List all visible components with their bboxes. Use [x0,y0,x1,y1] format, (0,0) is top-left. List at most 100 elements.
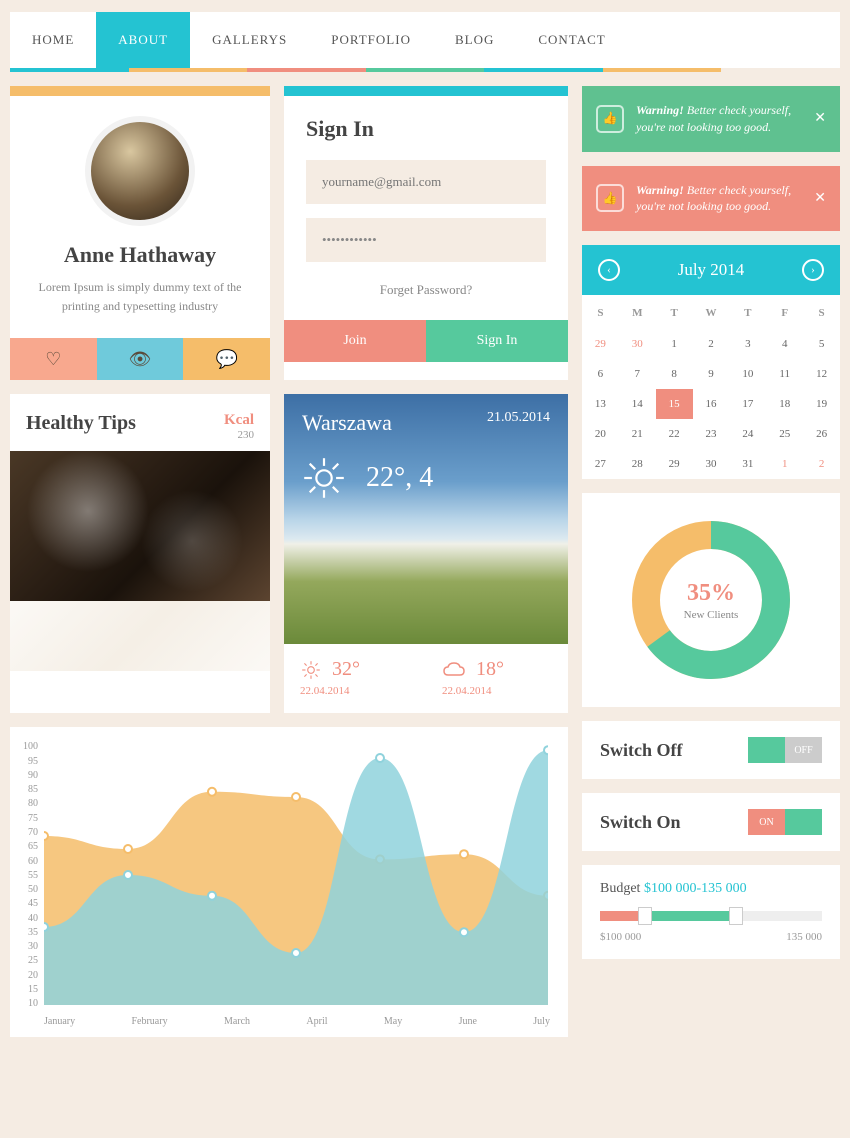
calendar-day[interactable]: 7 [619,359,656,389]
forgot-password-link[interactable]: Forget Password? [306,276,546,300]
calendar-day[interactable]: 8 [656,359,693,389]
avatar [85,116,195,226]
calendar-card: ‹ July 2014 › SMTWTFS2930123456789101112… [582,245,840,479]
calendar-day[interactable]: 14 [619,389,656,419]
calendar-day[interactable]: 4 [766,329,803,359]
calendar-day[interactable]: 28 [619,449,656,479]
budget-min: $100 000 [600,931,641,943]
nav-about[interactable]: ABOUT [96,12,190,68]
switch-label: Switch On [600,812,681,833]
calendar-day[interactable]: 21 [619,419,656,449]
calendar-day[interactable]: 2 [803,449,840,479]
calendar-day[interactable]: 10 [729,359,766,389]
close-icon[interactable]: ✕ [814,110,826,127]
alert-success: 👍 Warning! Better check yourself, you're… [582,86,840,152]
calendar-day[interactable]: 16 [693,389,730,419]
calendar-day[interactable]: 1 [656,329,693,359]
chat-icon: 💬 [215,349,237,370]
view-button[interactable]: 👁 [97,338,184,380]
calendar-day[interactable]: 25 [766,419,803,449]
calendar-day[interactable]: 1 [766,449,803,479]
close-icon[interactable]: ✕ [814,190,826,207]
food-image [10,451,270,601]
calendar-day[interactable]: 29 [582,329,619,359]
healthy-title: Healthy Tips [26,412,136,435]
like-button[interactable]: ♡ [10,338,97,380]
top-nav: HOME ABOUT GALLERYS PORTFOLIO BLOG CONTA… [10,12,840,68]
calendar-day[interactable]: 15 [656,389,693,419]
signin-button[interactable]: Sign In [426,320,568,362]
calendar-day[interactable]: 31 [729,449,766,479]
calendar-day[interactable]: 24 [729,419,766,449]
nav-home[interactable]: HOME [10,12,96,68]
donut-percent: 35% [687,580,735,607]
calendar-day[interactable]: 3 [729,329,766,359]
password-input[interactable] [306,218,546,262]
profile-name: Anne Hathaway [28,242,252,268]
calendar-day[interactable]: 23 [693,419,730,449]
sun-icon [302,456,346,500]
donut-label: New Clients [684,609,739,621]
toggle-on[interactable]: ON [748,809,822,835]
calendar-day[interactable]: 30 [619,329,656,359]
cloud-icon [442,660,466,680]
join-button[interactable]: Join [284,320,426,362]
budget-title: Budget $100 000-135 000 [600,881,822,897]
calendar-day[interactable]: 17 [729,389,766,419]
switch-off-card: Switch Off OFF [582,721,840,779]
calendar-day[interactable]: 29 [656,449,693,479]
forecast1-date: 22.04.2014 [300,685,410,697]
next-month-button[interactable]: › [802,259,824,281]
chart-y-axis: 100959085807570656055504540353025201510 [16,741,38,1009]
comment-button[interactable]: 💬 [183,338,270,380]
calendar-day[interactable]: 5 [803,329,840,359]
alert-text: Warning! Better check yourself, you're n… [636,182,802,216]
sun-icon [300,659,322,681]
calendar-day[interactable]: 20 [582,419,619,449]
alert-text: Warning! Better check yourself, you're n… [636,102,802,136]
budget-card: Budget $100 000-135 000 $100 000 135 000 [582,865,840,959]
calendar-day[interactable]: 12 [803,359,840,389]
calendar-day[interactable]: 18 [766,389,803,419]
nav-portfolio[interactable]: PORTFOLIO [309,12,433,68]
switch-on-card: Switch On ON [582,793,840,851]
budget-slider[interactable] [600,911,822,921]
calendar-day[interactable]: 22 [656,419,693,449]
calendar-day[interactable]: 30 [693,449,730,479]
profile-desc: Lorem Ipsum is simply dummy text of the … [28,278,252,316]
email-input[interactable] [306,160,546,204]
weather-date: 21.05.2014 [487,410,550,436]
nav-blog[interactable]: BLOG [433,12,516,68]
weather-temp: 22°, 4 [366,462,433,494]
calendar-month: July 2014 [678,260,745,280]
calendar-day[interactable]: 26 [803,419,840,449]
profile-card: Anne Hathaway Lorem Ipsum is simply dumm… [10,86,270,380]
area-chart: 100959085807570656055504540353025201510 … [10,727,568,1037]
donut-card: 35% New Clients [582,493,840,707]
calendar-day[interactable]: 2 [693,329,730,359]
calendar-grid: SMTWTFS293012345678910111213141516171819… [582,295,840,479]
healthy-card: Healthy Tips Kcal 230 [10,394,270,713]
calendar-day[interactable]: 13 [582,389,619,419]
nav-gallerys[interactable]: GALLERYS [190,12,309,68]
forecast2-date: 22.04.2014 [442,685,552,697]
weather-city: Warszawa [302,410,392,436]
slider-handle-max[interactable] [729,907,743,925]
weather-card: Warszawa 21.05.2014 22°, 4 32° 22.04.201… [284,394,568,713]
alert-danger: 👍 Warning! Better check yourself, you're… [582,166,840,232]
calendar-day[interactable]: 6 [582,359,619,389]
calendar-day[interactable]: 11 [766,359,803,389]
calendar-day[interactable]: 27 [582,449,619,479]
chart-x-axis: JanuaryFebruaryMarchAprilMayJuneJuly [44,1016,550,1027]
kcal-value: 230 [224,429,254,441]
nav-contact[interactable]: CONTACT [516,12,627,68]
food-thumbs [10,601,270,671]
thumbs-up-icon: 👍 [596,184,624,212]
calendar-day[interactable]: 9 [693,359,730,389]
slider-handle-min[interactable] [638,907,652,925]
budget-max: 135 000 [786,931,822,943]
calendar-day[interactable]: 19 [803,389,840,419]
chart-canvas [44,745,548,1005]
toggle-off[interactable]: OFF [748,737,822,763]
prev-month-button[interactable]: ‹ [598,259,620,281]
